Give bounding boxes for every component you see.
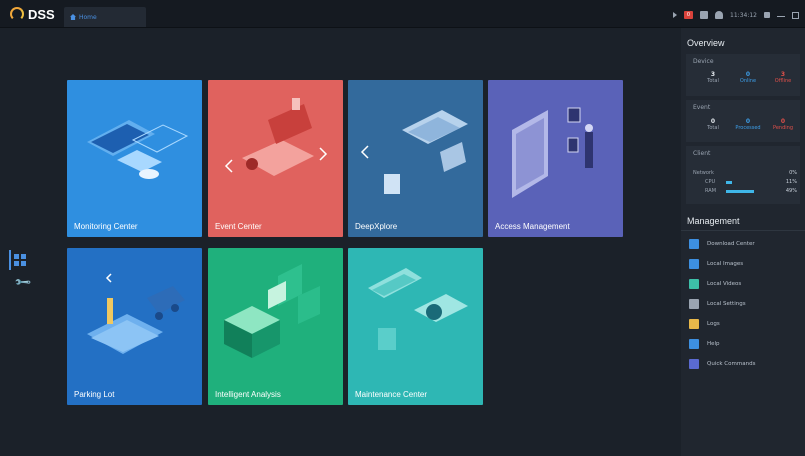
tile-deepxplore[interactable]: DeepXplore [348,80,483,237]
cpu-value: 11% [785,179,797,185]
ram-row: RAM 49% [693,188,797,196]
menu-local-videos[interactable]: Local Videos [689,278,741,290]
monitoring-illustration [87,120,189,179]
management-divider [681,230,805,231]
tile-label: DeepXplore [355,222,398,231]
cpu-row: CPU 11% [693,179,797,187]
commands-icon [689,359,699,369]
network-value: 0% [789,170,797,176]
cpu-label: CPU [705,179,716,185]
device-online[interactable]: 0 Online [733,71,763,84]
clock-time: 11:34:12 [730,11,757,19]
menu-label: Help [707,341,720,347]
ram-bar [726,190,755,193]
menu-label: Local Settings [707,301,746,307]
menu-download-center[interactable]: Download Center [689,238,755,250]
tab-home[interactable]: Home [64,7,146,27]
tile-monitoring-center[interactable]: Monitoring Center [67,80,202,237]
menu-logs[interactable]: Logs [689,318,720,330]
access-illustration [512,107,593,198]
logo-icon [10,7,24,21]
network-row: Network 0% [693,170,797,178]
tile-label: Access Management [495,222,570,231]
tile-label: Intelligent Analysis [215,390,281,399]
maximize-icon[interactable] [792,11,799,19]
tile-parking-lot[interactable]: Parking Lot [67,248,202,405]
top-bar: DSS Home 0 11:34:12 [0,0,805,28]
download-icon [689,239,699,249]
tile-intelligent-analysis[interactable]: Intelligent Analysis [208,248,343,405]
menu-label: Quick Commands [707,361,756,367]
menu-label: Download Center [707,241,755,247]
lock-icon[interactable] [764,12,770,18]
speaker-icon[interactable] [672,12,677,18]
menu-label: Local Videos [707,281,742,287]
tile-label: Monitoring Center [74,222,138,231]
minimize-icon[interactable] [777,13,785,17]
menu-label: Logs [707,321,720,327]
tile-maintenance-center[interactable]: Maintenance Center [348,248,483,405]
deepxplore-illustration [360,110,468,194]
event-title: Event [693,104,711,111]
maintenance-illustration [368,268,468,350]
help-icon [689,339,699,349]
device-total: 3 Total [707,71,719,84]
tile-label: Maintenance Center [355,390,428,399]
settings-icon [689,299,699,309]
apps-grid-icon[interactable] [14,254,26,266]
device-offline[interactable]: 3 Offline [768,71,798,84]
event-illustration [224,98,328,176]
tile-event-center[interactable]: Event Center [208,80,343,237]
event-processed[interactable]: 0 Processed [733,118,763,131]
network-label: Network [693,170,714,176]
system-tray: 0 11:34:12 [672,9,799,21]
event-pending[interactable]: 0 Pending [768,118,798,131]
menu-help[interactable]: Help [689,338,720,350]
event-total: 0 Total [707,118,719,131]
left-nav: 🔧 [0,28,32,456]
menu-local-images[interactable]: Local Images [689,258,743,270]
alarm-badge[interactable]: 0 [683,11,694,19]
logo-text: DSS [28,6,55,22]
message-icon[interactable] [700,11,709,19]
parking-illustration [87,273,185,354]
menu-label: Local Images [707,261,744,267]
tab-home-label: Home [79,13,97,21]
menu-quick-commands[interactable]: Quick Commands [689,358,755,370]
event-card: Event 0 Total 0 Processed 0 Pending [686,100,800,142]
client-card: Client Network 0% CPU 11% RAM 49% [686,146,800,204]
ram-value: 49% [785,188,797,194]
analysis-illustration [224,264,320,358]
tile-label: Event Center [215,222,262,231]
video-icon [689,279,699,289]
tile-label: Parking Lot [74,390,115,399]
client-title: Client [693,150,711,157]
device-card: Device 3 Total 0 Online 3 Offline [686,54,800,96]
dss-logo: DSS [10,6,55,22]
menu-local-settings[interactable]: Local Settings [689,298,746,310]
cpu-bar [726,181,733,184]
tile-access-management[interactable]: Access Management [488,80,623,237]
nav-active-indicator [9,250,11,270]
image-icon [689,259,699,269]
device-title: Device [693,58,714,65]
home-icon [70,14,76,20]
wrench-icon[interactable]: 🔧 [13,273,32,292]
overview-panel: Overview Device 3 Total 0 Online 3 Offli… [681,28,805,456]
logs-icon [689,319,699,329]
overview-title: Overview [687,38,725,48]
management-title: Management [687,216,740,226]
ram-label: RAM [705,188,717,194]
user-icon[interactable] [715,11,724,19]
